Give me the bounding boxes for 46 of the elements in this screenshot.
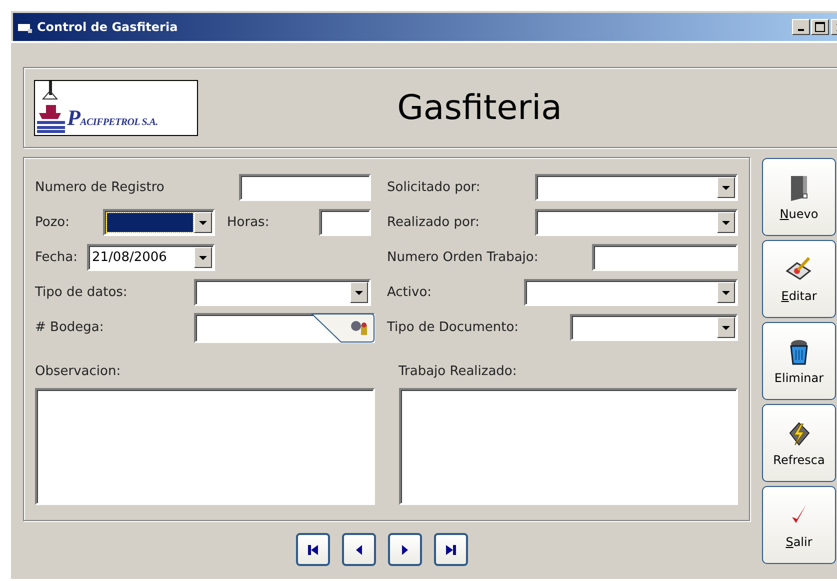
maximize-button[interactable]	[811, 19, 829, 35]
previous-button[interactable]	[342, 533, 376, 566]
text-area[interactable]	[35, 388, 374, 505]
first-record-button[interactable]	[296, 533, 330, 566]
field-label: Observacion:	[35, 364, 122, 379]
logo-text: PACIFPETROL S.A.	[67, 104, 158, 132]
field-label: Fecha:	[35, 250, 78, 265]
field-label: Realizado por:	[387, 215, 480, 230]
field-label: Tipo de Documento:	[387, 320, 520, 335]
maximize-icon	[815, 22, 825, 32]
window-title: Control de Gasfiteria	[37, 20, 178, 34]
window-icon	[18, 21, 32, 33]
lookup-field[interactable]	[194, 312, 375, 342]
text-area[interactable]	[398, 388, 738, 505]
field-label: Activo:	[387, 285, 433, 300]
field-label: Numero de Registro	[35, 180, 164, 195]
new-button[interactable]: Nuevo	[762, 158, 836, 236]
text-field[interactable]	[592, 244, 738, 271]
skip-first-icon	[306, 542, 320, 556]
last-record-button[interactable]	[434, 533, 468, 566]
text-field[interactable]	[319, 209, 371, 236]
field-label: Pozo:	[35, 215, 70, 230]
next-button[interactable]	[388, 533, 422, 566]
dropdown[interactable]	[524, 279, 738, 306]
date-picker[interactable]: 21/08/2006	[87, 244, 215, 271]
field-label: Solicitado por:	[387, 180, 482, 195]
minimize-button[interactable]	[792, 19, 810, 35]
dropdown[interactable]	[535, 209, 738, 236]
dropdown[interactable]	[535, 174, 738, 201]
skip-last-icon	[444, 542, 458, 556]
dropdown[interactable]	[103, 209, 215, 236]
field-label: # Bodega:	[35, 320, 104, 335]
field-label: Tipo de datos:	[35, 285, 128, 300]
edit-button[interactable]: Editar	[762, 240, 836, 318]
field-label: Horas:	[227, 215, 270, 230]
text-field[interactable]	[239, 174, 371, 201]
refresh-button[interactable]: Refresca	[762, 404, 836, 482]
exit-button[interactable]: Salir	[762, 486, 836, 564]
search-icon[interactable]	[311, 312, 375, 342]
form-title: Gasfiteria	[396, 88, 563, 128]
field-label: Numero Orden Trabajo:	[387, 250, 540, 265]
field-label: Trabajo Realizado:	[398, 364, 518, 379]
delete-button[interactable]: Eliminar	[762, 322, 836, 400]
dropdown[interactable]	[570, 314, 738, 341]
dropdown[interactable]	[194, 279, 371, 306]
oil-rig-icon	[37, 78, 65, 132]
